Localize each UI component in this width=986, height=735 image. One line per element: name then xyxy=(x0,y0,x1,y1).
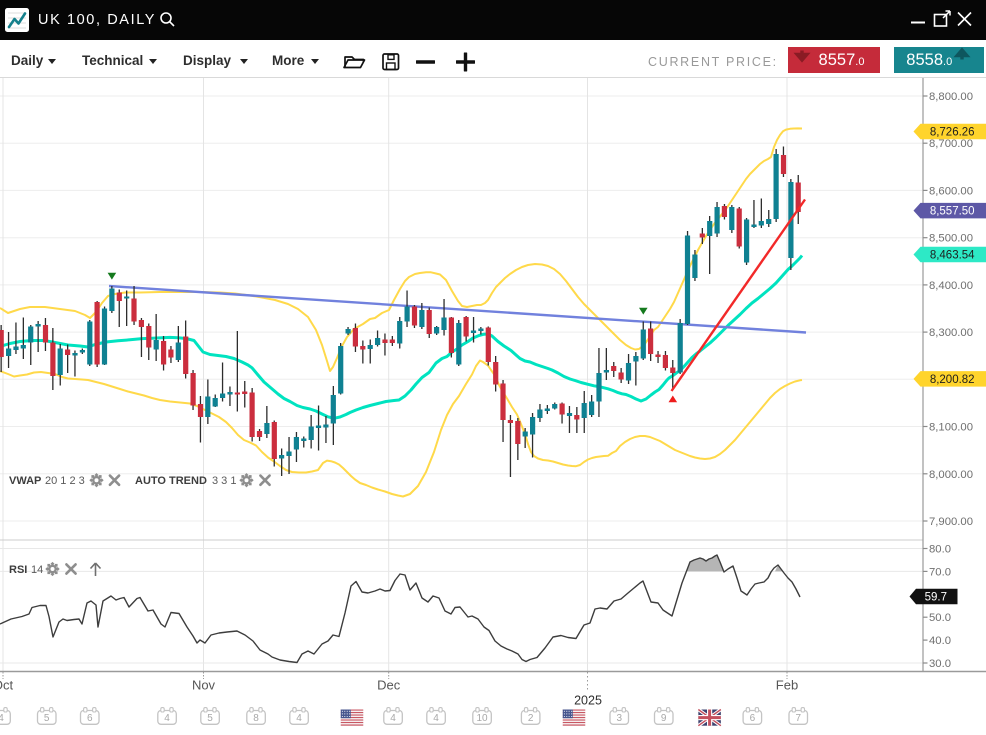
svg-text:8,800.00: 8,800.00 xyxy=(929,91,973,103)
svg-text:8,557.50: 8,557.50 xyxy=(930,206,975,218)
svg-text:10: 10 xyxy=(476,713,488,724)
svg-text:8,200.82: 8,200.82 xyxy=(930,374,975,386)
svg-text:4: 4 xyxy=(0,713,4,724)
svg-text:8,100.00: 8,100.00 xyxy=(929,422,973,434)
svg-text:7,900.00: 7,900.00 xyxy=(929,516,973,528)
svg-text:3 3 1: 3 3 1 xyxy=(212,475,236,487)
svg-text:8,726.26: 8,726.26 xyxy=(930,126,975,138)
svg-text:5: 5 xyxy=(44,713,50,724)
svg-text:40.0: 40.0 xyxy=(929,635,951,647)
svg-text:50.0: 50.0 xyxy=(929,612,951,624)
svg-text:6: 6 xyxy=(87,713,93,724)
svg-text:Dec: Dec xyxy=(377,678,401,693)
svg-text:8,400.00: 8,400.00 xyxy=(929,280,973,292)
svg-text:VWAP: VWAP xyxy=(9,475,41,487)
svg-text:8,500.00: 8,500.00 xyxy=(929,233,973,245)
svg-text:4: 4 xyxy=(296,713,302,724)
svg-text:4: 4 xyxy=(390,713,396,724)
svg-text:5: 5 xyxy=(207,713,213,724)
svg-text:8,300.00: 8,300.00 xyxy=(929,327,973,339)
svg-text:30.0: 30.0 xyxy=(929,658,951,670)
svg-text:AUTO TREND: AUTO TREND xyxy=(135,475,207,487)
svg-text:8,700.00: 8,700.00 xyxy=(929,138,973,150)
svg-text:3: 3 xyxy=(617,713,623,724)
svg-text:8,000.00: 8,000.00 xyxy=(929,469,973,481)
svg-text:9: 9 xyxy=(661,713,667,724)
svg-text:4: 4 xyxy=(433,713,439,724)
svg-text:70.0: 70.0 xyxy=(929,566,951,578)
svg-text:Feb: Feb xyxy=(776,678,798,693)
svg-text:14: 14 xyxy=(31,564,43,576)
svg-text:Nov: Nov xyxy=(192,678,216,693)
svg-text:8,600.00: 8,600.00 xyxy=(929,185,973,197)
svg-text:8: 8 xyxy=(253,713,259,724)
svg-text:7: 7 xyxy=(796,713,802,724)
svg-text:6: 6 xyxy=(750,713,756,724)
svg-text:59.7: 59.7 xyxy=(925,591,947,603)
svg-text:Oct: Oct xyxy=(0,678,13,693)
svg-text:4: 4 xyxy=(164,713,170,724)
svg-text:2: 2 xyxy=(528,713,534,724)
svg-text:8,463.54: 8,463.54 xyxy=(930,249,975,261)
svg-text:2025: 2025 xyxy=(574,694,602,708)
svg-text:20 1 2 3: 20 1 2 3 xyxy=(45,475,85,487)
svg-text:80.0: 80.0 xyxy=(929,544,951,556)
svg-text:RSI: RSI xyxy=(9,564,27,576)
